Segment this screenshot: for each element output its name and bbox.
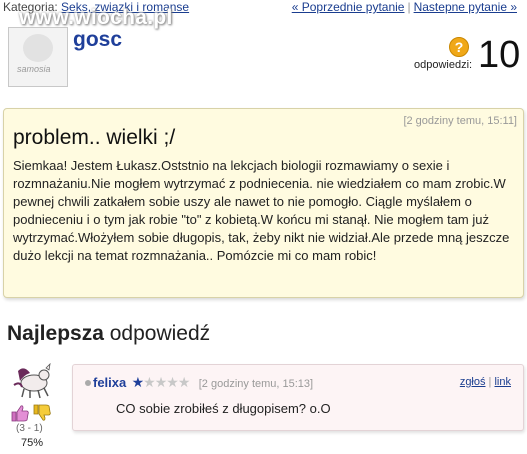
star-empty-icon: ★ (154, 374, 168, 390)
answer-text: CO sobie zrobiłeś z długopisem? o.O (116, 401, 331, 416)
answers-count: 10 (478, 34, 521, 76)
star-empty-icon: ★ (177, 374, 191, 390)
permalink-link[interactable]: link (494, 376, 511, 388)
vote-percent: 75% (21, 437, 44, 449)
star-filled-icon: ★ (131, 374, 145, 390)
nav-separator: | (407, 0, 411, 14)
thumbs-up-icon[interactable] (11, 405, 29, 422)
answerer-avatar[interactable] (10, 363, 56, 399)
asker-name[interactable]: gosc (73, 28, 122, 52)
answer-actions: zgłoś | link (459, 376, 511, 388)
asker-avatar[interactable]: samosia (8, 27, 68, 87)
thumbs-down-icon[interactable] (33, 404, 51, 421)
previous-question-link[interactable]: « Poprzednie pytanie (292, 0, 405, 14)
question-box: [2 godziny temu, 15:11] problem.. wielki… (3, 108, 524, 298)
question-navigation: « Poprzednie pytanie | Nastepne pytanie » (292, 0, 517, 14)
question-body: Siemkaa! Jestem Łukasz.Oststnio na lekcj… (13, 158, 510, 263)
report-link[interactable]: zgłoś (460, 376, 486, 388)
best-answer-heading-rest: odpowiedź (103, 322, 211, 345)
next-question-link[interactable]: Nastepne pytanie » (414, 0, 517, 14)
question-time: [2 godziny temu, 15:11] (403, 115, 517, 127)
avatar-logo: samosia (17, 64, 51, 74)
star-empty-icon: ★ (166, 374, 179, 390)
vote-count: (3 - 1) (16, 423, 43, 434)
avatar-placeholder-icon (23, 34, 53, 62)
answer-time: [2 godziny temu, 15:13] (198, 378, 314, 390)
best-answer-box: felixa ★★★★★ [2 godziny temu, 15:13] zgł… (72, 364, 524, 431)
status-dot-icon (85, 380, 91, 386)
question-title: problem.. wielki ;/ (13, 126, 176, 149)
answerer-name[interactable]: felixa (93, 375, 126, 390)
star-empty-icon: ★ (143, 374, 156, 390)
best-answer-heading: Najlepsza odpowiedź (7, 322, 210, 346)
site-watermark: www.wiocha.pl (19, 6, 173, 29)
best-answer-heading-bold: Najlepsza (7, 322, 104, 345)
answers-count-label: odpowiedzi: (414, 59, 473, 71)
answer-header: felixa ★★★★★ [2 godziny temu, 15:13] (85, 374, 313, 391)
vote-buttons (10, 403, 54, 423)
rating-stars: ★★★★★ (131, 374, 191, 390)
question-icon: ? (449, 37, 469, 57)
